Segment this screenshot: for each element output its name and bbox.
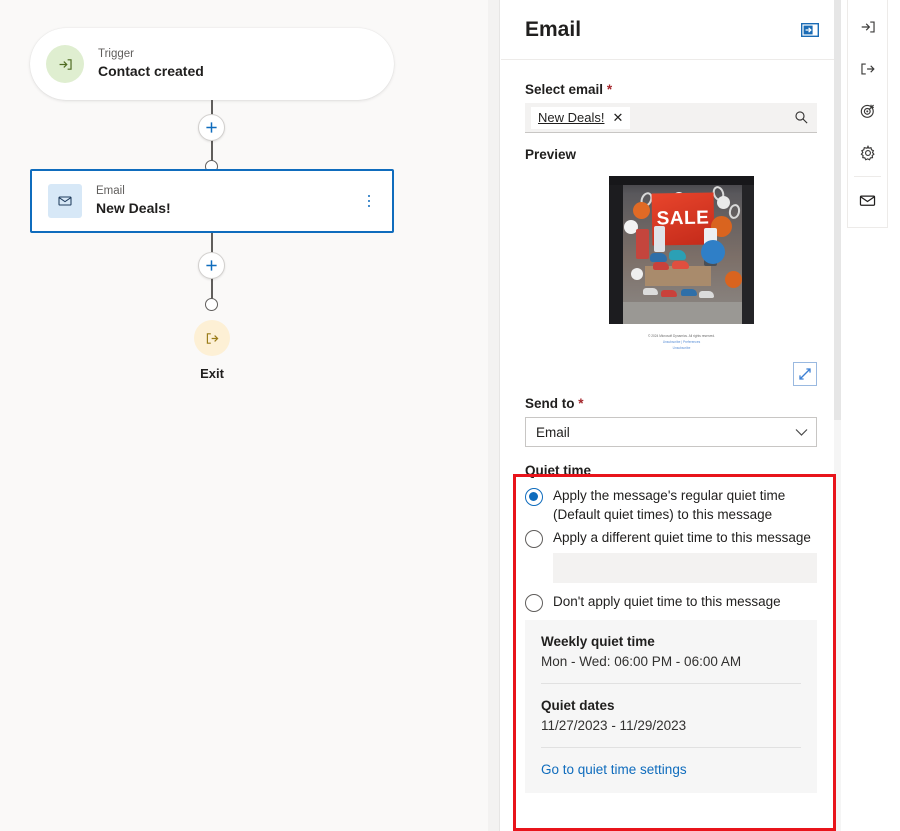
email-preview-image: SALE [609, 176, 754, 324]
select-email-label-text: Select email [525, 82, 604, 97]
trigger-node-title: Contact created [98, 63, 204, 80]
trigger-node[interactable]: Trigger Contact created [30, 28, 394, 100]
quiet-time-info-card: Weekly quiet time Mon - Wed: 06:00 PM - … [525, 620, 817, 794]
quiet-time-option-none-label: Don't apply quiet time to this message [553, 594, 781, 610]
email-node-title: New Deals! [96, 200, 171, 217]
trigger-node-kicker: Trigger [98, 48, 134, 61]
add-step-button-1[interactable] [198, 114, 225, 141]
exit-node-label: Exit [200, 366, 224, 381]
expand-diagonal-icon[interactable] [793, 362, 817, 386]
trigger-node-text: Trigger Contact created [98, 47, 204, 81]
close-icon[interactable]: ✕ [612, 111, 623, 124]
info-divider-1 [541, 683, 801, 685]
radio-button-different[interactable] [525, 530, 543, 549]
info-divider-2 [541, 747, 801, 749]
exit-arrow-icon [194, 320, 230, 356]
quiet-dates-title: Quiet dates [541, 698, 615, 714]
quiet-time-option-regular[interactable]: Apply the message's regular quiet time (… [525, 487, 817, 524]
send-to-select[interactable]: Email [525, 417, 817, 447]
more-vertical-icon[interactable] [362, 188, 376, 214]
add-step-button-2[interactable] [198, 252, 225, 279]
email-node-kicker: Email [96, 185, 125, 198]
quiet-time-option-regular-label: Apply the message's regular quiet time (… [553, 488, 786, 522]
email-properties-panel: Email Select email * New Deals! ✕ Previe… [501, 0, 841, 831]
email-preview-area: SALE © 2024 Microsoft Dynamics. All righ… [525, 166, 817, 396]
radio-button-none[interactable] [525, 594, 543, 613]
send-to-label: Send to * [525, 396, 817, 411]
toolbar-divider [854, 176, 881, 177]
canvas-panel-divider [488, 0, 500, 831]
preview-label: Preview [525, 147, 577, 162]
required-marker: * [606, 82, 613, 97]
page-title: Email [525, 17, 582, 41]
different-quiet-time-input[interactable] [553, 553, 817, 584]
trigger-icon[interactable] [848, 6, 887, 48]
quiet-time-option-different-label: Apply a different quiet time to this mes… [553, 530, 811, 546]
quiet-time-option-none[interactable]: Don't apply quiet time to this message [525, 593, 817, 613]
email-node[interactable]: Email New Deals! [30, 169, 394, 233]
preview-footer-link: Unsubscribe [672, 346, 691, 351]
selected-email-token[interactable]: New Deals! ✕ [531, 106, 631, 129]
envelope-icon [48, 184, 82, 218]
quiet-time-option-different[interactable]: Apply a different quiet time to this mes… [525, 529, 817, 549]
go-to-quiet-time-settings-link[interactable]: Go to quiet time settings [541, 762, 801, 777]
weekly-quiet-time-title: Weekly quiet time [541, 634, 655, 650]
right-toolbar-inner [847, 0, 890, 228]
quiet-time-section: Quiet time Apply the message's regular q… [525, 463, 817, 794]
select-email-label: Select email * [525, 82, 817, 97]
quiet-time-heading: Quiet time [525, 463, 592, 478]
required-marker-2: * [578, 396, 584, 411]
exit-node[interactable]: Exit [176, 320, 248, 381]
email-icon[interactable] [848, 179, 890, 221]
weekly-quiet-time-value: Mon - Wed: 06:00 PM - 06:00 AM [541, 654, 742, 670]
chevron-down-icon [795, 428, 808, 437]
journey-canvas: Trigger Contact created Email New Deals! [0, 0, 488, 831]
right-toolbar-spacer [888, 0, 900, 831]
panel-scrollbar-thumb[interactable] [834, 0, 841, 420]
target-goal-icon[interactable] [848, 90, 887, 132]
app-root: Trigger Contact created Email New Deals! [0, 0, 900, 831]
panel-expand-icon[interactable] [801, 22, 819, 37]
connector-dot-2 [205, 298, 218, 311]
send-to-label-text: Send to [525, 396, 575, 411]
right-toolbar [847, 0, 900, 831]
radio-button-regular[interactable] [525, 488, 543, 506]
send-to-value: Email [536, 424, 570, 440]
email-preview-card[interactable]: SALE © 2024 Microsoft Dynamics. All righ… [609, 176, 754, 351]
panel-scrollbar[interactable] [834, 0, 841, 831]
search-icon[interactable] [794, 110, 809, 125]
email-preview-footer: © 2024 Microsoft Dynamics. All rights re… [609, 333, 754, 351]
email-node-text: Email New Deals! [96, 184, 171, 218]
enter-arrow-icon [46, 45, 84, 83]
panel-body: Select email * New Deals! ✕ Preview SALE… [501, 60, 841, 794]
selected-email-token-label: New Deals! [538, 110, 605, 125]
exit-icon[interactable] [848, 48, 887, 90]
quiet-dates-value: 11/27/2023 - 11/29/2023 [541, 718, 687, 734]
select-email-input[interactable]: New Deals! ✕ [525, 103, 817, 133]
settings-gear-icon[interactable] [848, 132, 887, 174]
panel-header: Email [501, 0, 841, 60]
